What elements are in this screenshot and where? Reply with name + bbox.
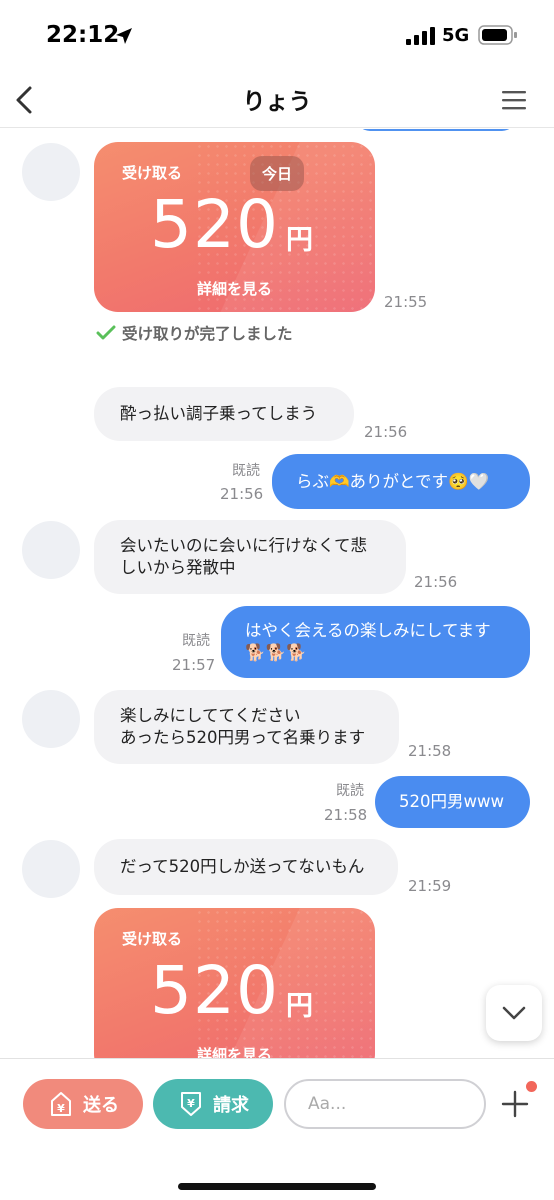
request-money-label: 請求: [213, 1095, 249, 1116]
message-text-line1: 楽しみにしててください: [120, 706, 301, 725]
avatar[interactable]: [22, 690, 80, 748]
chat-screen: 22:12 5G りょう 受け取る 520 円 詳細を見る 今日 21:55 受…: [0, 0, 554, 1200]
message-text: 酔っ払い調子乗ってしまう: [120, 404, 318, 423]
chat-title: りょう: [242, 89, 312, 115]
received-notice: 受け取りが完了しました: [96, 322, 293, 344]
message-time: 21:55: [384, 293, 428, 311]
incoming-message[interactable]: 会いたいのに会いに行けなくて悲 しいから発散中: [94, 520, 406, 594]
message-list[interactable]: 受け取る 520 円 詳細を見る 今日 21:55 受け取りが完了しました 酔っ…: [0, 129, 554, 1058]
avatar[interactable]: [22, 521, 80, 579]
message-input-placeholder: Aa...: [308, 1094, 347, 1114]
send-money-label: 送る: [83, 1095, 119, 1116]
yen-request-icon: ¥: [181, 1092, 201, 1116]
message-emoji-line: 🐕🐕🐕: [245, 643, 307, 662]
notification-dot: [526, 1081, 537, 1092]
message-input[interactable]: Aa...: [284, 1079, 486, 1129]
status-time: 22:12: [46, 22, 120, 48]
message-text-line1: はやく会えるの楽しみにしてます: [245, 621, 491, 640]
date-badge: 今日: [250, 156, 304, 191]
outgoing-message[interactable]: はやく会えるの楽しみにしてます 🐕🐕🐕: [221, 606, 530, 678]
received-notice-text: 受け取りが完了しました: [122, 325, 293, 343]
send-money-button[interactable]: ¥ 送る: [23, 1079, 143, 1129]
money-transfer-card[interactable]: 受け取る 520 円 詳細を見る 今日: [94, 142, 375, 312]
home-indicator: [178, 1183, 376, 1190]
request-money-button[interactable]: ¥ 請求: [153, 1079, 273, 1129]
chevron-down-icon: [502, 1006, 526, 1020]
bottom-action-bar: ¥ 送る ¥ 請求 Aa...: [0, 1058, 554, 1200]
incoming-message[interactable]: 楽しみにしててください あったら520円男って名乗ります: [94, 690, 399, 764]
message-text: 520円男www: [399, 792, 504, 811]
card-detail-link[interactable]: 詳細を見る: [94, 1044, 375, 1058]
yen-send-icon: ¥: [51, 1092, 71, 1116]
outgoing-message[interactable]: 520円男www: [375, 776, 530, 828]
incoming-message[interactable]: 酔っ払い調子乗ってしまう: [94, 387, 354, 441]
card-detail-link[interactable]: 詳細を見る: [94, 278, 375, 299]
plus-icon[interactable]: [498, 1087, 532, 1121]
svg-text:¥: ¥: [57, 1102, 65, 1115]
svg-text:¥: ¥: [187, 1097, 195, 1110]
read-receipt: 既読: [182, 633, 210, 649]
avatar[interactable]: [22, 840, 80, 898]
checkmark-icon: [96, 325, 116, 340]
chat-header: りょう: [0, 72, 554, 128]
scroll-to-bottom-button[interactable]: [486, 985, 542, 1041]
read-receipt: 既読: [232, 463, 260, 479]
status-bar: 22:12 5G: [0, 0, 554, 72]
message-text: らぶ🫶ありがとです🥺🤍: [296, 471, 490, 491]
outgoing-message[interactable]: らぶ🫶ありがとです🥺🤍: [272, 454, 530, 509]
message-text-line2: あったら520円男って名乗ります: [120, 728, 366, 747]
signal-icon: [406, 27, 435, 45]
message-text-line2: しいから発散中: [120, 558, 236, 577]
message-text: だって520円しか送ってないもん: [120, 857, 365, 876]
message-time: 21:59: [408, 877, 452, 895]
message-time: 21:58: [408, 742, 452, 760]
incoming-message[interactable]: だって520円しか送ってないもん: [94, 839, 398, 895]
card-currency-unit: 円: [286, 225, 313, 256]
location-arrow-icon: [116, 28, 132, 44]
card-receive-label: 受け取る: [122, 930, 183, 948]
card-amount: 520: [150, 186, 279, 263]
read-receipt: 既読: [336, 783, 364, 799]
previous-outgoing-bubble: [356, 129, 516, 131]
message-time: 21:56: [220, 485, 264, 503]
network-type: 5G: [442, 25, 470, 46]
message-text-line1: 会いたいのに会いに行けなくて悲: [120, 536, 368, 555]
card-amount: 520: [150, 952, 279, 1029]
battery-icon: [478, 25, 517, 45]
money-transfer-card[interactable]: 受け取る 520 円 詳細を見る: [94, 908, 375, 1058]
message-time: 21:57: [172, 656, 216, 674]
card-currency-unit: 円: [286, 991, 313, 1022]
message-time: 21:58: [324, 806, 368, 824]
card-receive-label: 受け取る: [122, 164, 183, 182]
message-time: 21:56: [414, 573, 458, 591]
message-time: 21:56: [364, 423, 408, 441]
avatar[interactable]: [22, 143, 80, 201]
hamburger-menu-icon[interactable]: [500, 86, 528, 114]
